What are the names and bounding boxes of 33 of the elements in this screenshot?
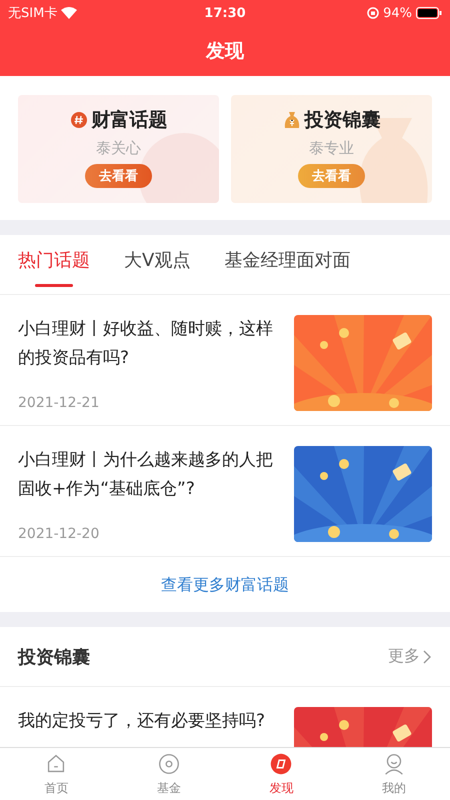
battery-percent: 94% [383,6,412,20]
more-link[interactable]: 更多 [388,646,432,667]
status-time: 17:30 [204,6,246,20]
view-button[interactable]: 去看看 [85,164,152,188]
card-title: 财富话题 [92,108,168,133]
carrier-label: 无SIM卡 [8,5,58,22]
rotation-lock-icon [367,7,380,19]
article-title[interactable]: 小白理财丨为什么越来越多的人把固收+作为“基础底仓”? [18,446,278,504]
tab[interactable]: 基金经理面对面 [224,242,350,286]
tab[interactable]: 热门话题 [18,242,90,286]
view-button[interactable]: 去看看 [298,164,365,188]
promo-card[interactable]: 投资锦囊 泰专业 去看看 [231,95,432,203]
section-title: 投资锦囊 [18,646,90,668]
tab-bar-item[interactable]: 首页 [0,748,112,800]
more-topics-link[interactable]: 查看更多财富话题 [0,557,450,612]
tab-bar-item[interactable]: 我的 [338,748,450,800]
chevron-right-icon [422,648,432,664]
page-title: 发现 [204,39,245,64]
article-title[interactable]: 我的定投亏了，还有必要坚持吗? [18,707,278,736]
card-subtitle: 泰专业 [309,139,354,158]
hashtag-icon [70,111,88,129]
money-bag-icon [282,111,300,129]
promo-card[interactable]: 财富话题 泰关心 去看看 [18,95,219,203]
tab-bar-item[interactable]: 基金 [112,748,225,800]
article-title[interactable]: 小白理财丨好收益、随时赎，这样的投资品有吗? [18,315,278,373]
article-date: 2021-12-21 [18,395,100,411]
wifi-icon [61,7,78,19]
battery-icon [416,7,442,19]
card-title: 投资锦囊 [304,108,380,133]
card-subtitle: 泰关心 [96,139,141,158]
tab[interactable]: 大V观点 [124,242,190,286]
article-date: 2021-12-20 [18,526,100,542]
tab-bar-item[interactable]: 发现 [225,748,338,800]
